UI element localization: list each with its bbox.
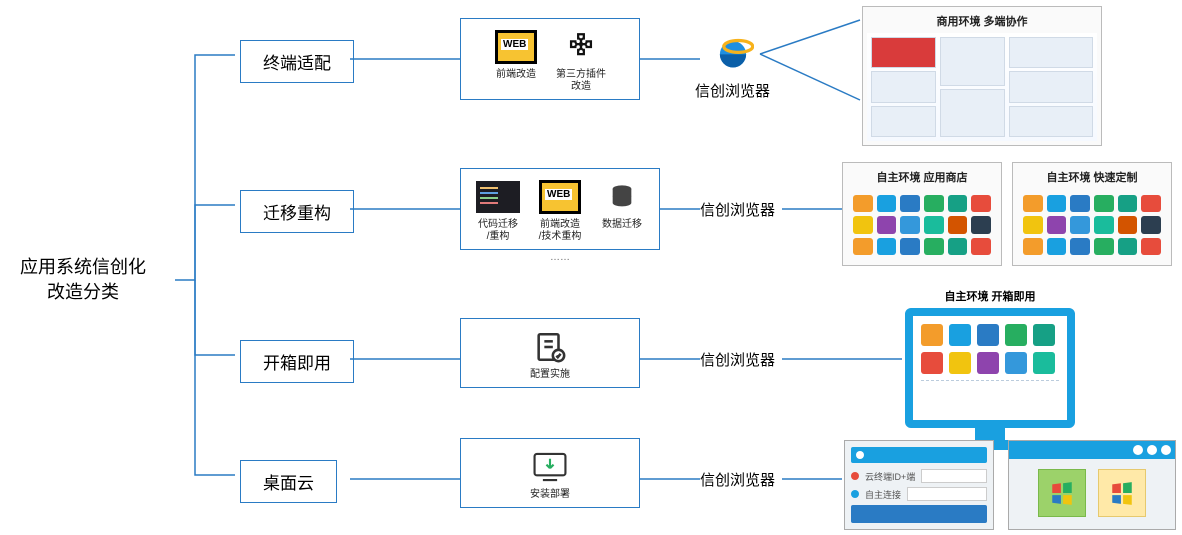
detail-item-data: 数据迁移 bbox=[600, 179, 644, 231]
detail-item-config: 配置实施 bbox=[528, 329, 572, 381]
os-tile-icon bbox=[1038, 469, 1086, 517]
detail-caption: 安装部署 bbox=[530, 489, 570, 501]
detail-item-plugin: 第三方插件 改造 bbox=[556, 29, 606, 93]
preview-cloud-desktop bbox=[1008, 440, 1176, 530]
desktop-titlebar bbox=[1009, 441, 1175, 459]
detail-caption: 数据迁移 bbox=[602, 219, 642, 231]
login-opt1: 云终端ID+端 bbox=[865, 470, 915, 483]
connector-cat3-detail bbox=[350, 358, 460, 360]
login-opt2: 自主连接 bbox=[865, 488, 901, 501]
connector-detail3-label bbox=[640, 358, 700, 360]
login-header-icon bbox=[851, 447, 987, 463]
category-desktop-cloud: 桌面云 bbox=[240, 460, 337, 503]
browser-label-2: 信创浏览器 bbox=[700, 199, 775, 220]
code-migration-icon bbox=[476, 179, 520, 215]
preview-commercial: 商用环境 多端协作 bbox=[862, 6, 1102, 146]
browser-label-1: 信创浏览器 bbox=[695, 80, 770, 101]
preview-cloud-login: 云终端ID+端 自主连接 bbox=[844, 440, 994, 530]
connector-cat4-detail bbox=[350, 478, 460, 480]
browser-label-3: 信创浏览器 bbox=[700, 349, 775, 370]
tile-grid-appstore bbox=[847, 189, 997, 261]
ie-browser-icon bbox=[712, 32, 754, 74]
detail-caption: 前端改造 /技术重构 bbox=[539, 219, 582, 243]
preview-title: 自主环境 应用商店 bbox=[847, 167, 997, 189]
browser-label-4: 信创浏览器 bbox=[700, 469, 775, 490]
install-icon bbox=[528, 449, 572, 485]
connector-label2-preview bbox=[782, 208, 842, 210]
detail-caption: 前端改造 bbox=[496, 69, 536, 81]
connector-cat1-detail bbox=[350, 58, 460, 60]
detail-item-frontend2: 前端改造 /技术重构 bbox=[538, 179, 582, 243]
web-icon bbox=[538, 179, 582, 215]
detail-terminal: 前端改造 第三方插件 改造 bbox=[460, 18, 640, 100]
preview-body bbox=[867, 33, 1097, 141]
connector-detail1-ie bbox=[640, 58, 700, 60]
os-tile-icon bbox=[1098, 469, 1146, 517]
category-terminal-adaptation: 终端适配 bbox=[240, 40, 354, 83]
connector-ie-preview1 bbox=[760, 20, 860, 100]
root-title: 应用系统信创化 改造分类 bbox=[20, 255, 146, 305]
preview-title: 自主环境 开箱即用 bbox=[905, 288, 1075, 304]
connector-cat2-detail bbox=[350, 208, 460, 210]
detail-caption: 第三方插件 改造 bbox=[556, 69, 606, 93]
preview-title: 商用环境 多端协作 bbox=[867, 11, 1097, 33]
detail-migration: 代码迁移 /重构 前端改造 /技术重构 数据迁移 bbox=[460, 168, 660, 250]
tile-grid-customize bbox=[1017, 189, 1167, 261]
detail-caption: 代码迁移 /重构 bbox=[478, 219, 518, 243]
database-icon bbox=[600, 179, 644, 215]
preview-ready-monitor: 自主环境 开箱即用 bbox=[905, 288, 1075, 450]
monitor-stand bbox=[975, 426, 1005, 440]
detail-readybox: 配置实施 bbox=[460, 318, 640, 388]
detail-item-install: 安装部署 bbox=[528, 449, 572, 501]
root-bracket bbox=[175, 55, 245, 485]
connector-detail4-label bbox=[640, 478, 700, 480]
preview-customize: 自主环境 快速定制 bbox=[1012, 162, 1172, 266]
detail-caption: 配置实施 bbox=[530, 369, 570, 381]
detail-item-frontend: 前端改造 bbox=[494, 29, 538, 81]
preview-title: 自主环境 快速定制 bbox=[1017, 167, 1167, 189]
preview-appstore: 自主环境 应用商店 bbox=[842, 162, 1002, 266]
detail-item-code: 代码迁移 /重构 bbox=[476, 179, 520, 243]
migration-ellipsis: …… bbox=[550, 252, 570, 263]
checklist-icon bbox=[528, 329, 572, 365]
detail-cloud: 安装部署 bbox=[460, 438, 640, 508]
login-pwd-field bbox=[907, 487, 987, 501]
category-migration-refactor: 迁移重构 bbox=[240, 190, 354, 233]
monitor-screen bbox=[905, 308, 1075, 428]
puzzle-icon bbox=[559, 29, 603, 65]
login-user-field bbox=[921, 469, 987, 483]
web-icon bbox=[494, 29, 538, 65]
category-ready-to-use: 开箱即用 bbox=[240, 340, 354, 383]
connector-label3-preview bbox=[782, 358, 902, 360]
login-submit-button bbox=[851, 505, 987, 523]
connector-label4-preview bbox=[782, 478, 842, 480]
connector-detail2-label bbox=[660, 208, 700, 210]
